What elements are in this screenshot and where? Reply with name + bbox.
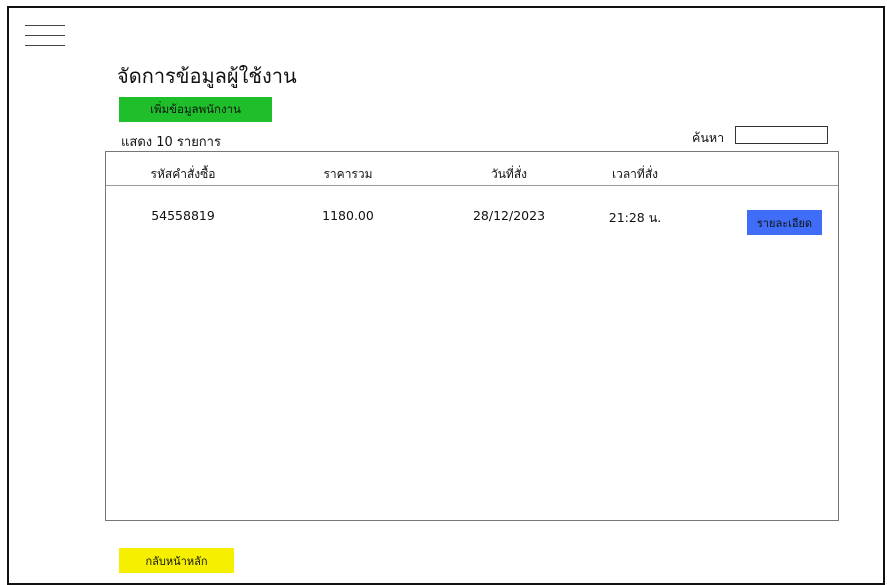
add-employee-button[interactable]: เพิ่มข้อมูลพนักงาน: [119, 97, 272, 122]
order-id-cell: 54558819: [151, 208, 215, 223]
column-header-time: เวลาที่สั่ง: [611, 167, 659, 181]
column-header-order-id: รหัสคำสั่งซื้อ: [150, 167, 216, 181]
back-to-home-button[interactable]: กลับหน้าหลัก: [119, 548, 234, 573]
time-cell: 21:28 น.: [608, 210, 662, 225]
details-button[interactable]: รายละเอียด: [747, 210, 822, 235]
show-entries-label: แสดง 10 รายการ: [121, 135, 221, 150]
app-frame: จัดการข้อมูลผู้ใช้งาน เพิ่มข้อมูลพนักงาน…: [7, 6, 885, 585]
orders-table: รหัสคำสั่งซื้อ ราคารวม วันที่สั่ง เวลาที…: [105, 151, 839, 521]
date-cell: 28/12/2023: [472, 208, 546, 223]
search-input[interactable]: [735, 126, 828, 144]
column-header-total: ราคารวม: [323, 167, 373, 181]
table-header-row: รหัสคำสั่งซื้อ ราคารวม วันที่สั่ง เวลาที…: [106, 152, 838, 186]
total-cell: 1180.00: [322, 208, 374, 223]
table-row: 54558819 1180.00 28/12/2023 21:28 น. ราย…: [106, 185, 838, 235]
page-title: จัดการข้อมูลผู้ใช้งาน: [117, 64, 297, 88]
search-label: ค้นหา: [692, 130, 725, 145]
column-header-date: วันที่สั่ง: [490, 167, 528, 181]
hamburger-menu-icon[interactable]: [25, 25, 65, 49]
